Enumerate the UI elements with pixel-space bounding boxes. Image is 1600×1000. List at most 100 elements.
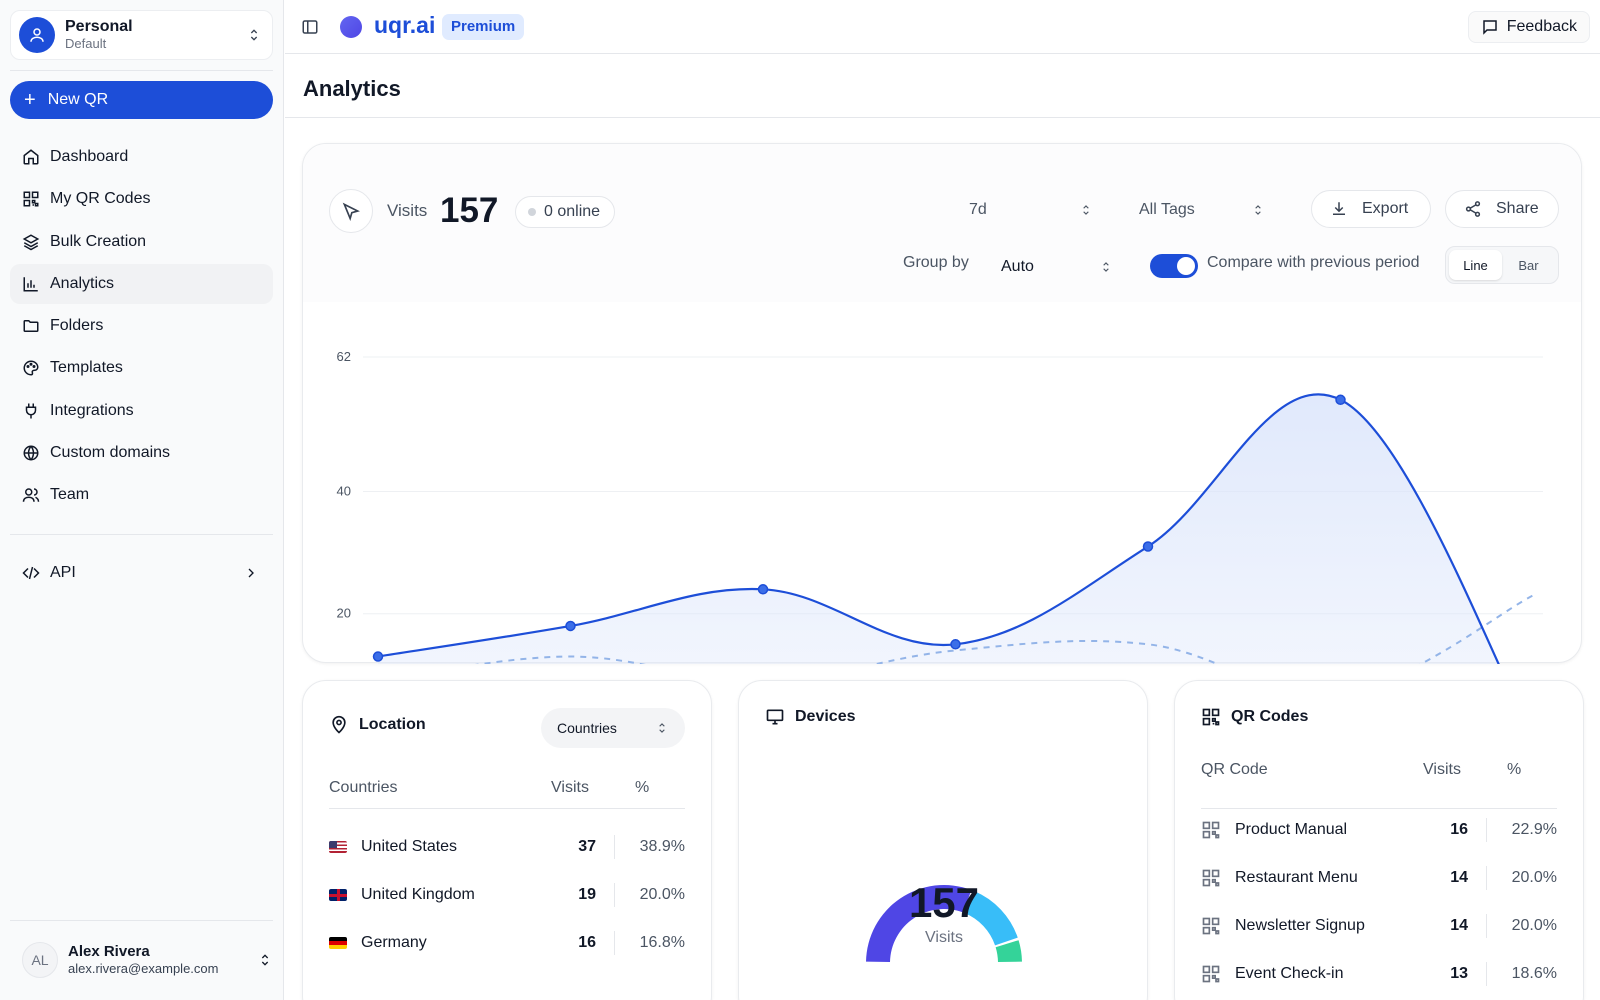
sidebar-item-label: Custom domains <box>50 444 171 462</box>
qr-code-visits: 14 <box>1427 914 1487 938</box>
sidebar-item-custom-domains[interactable]: Custom domains <box>10 433 273 473</box>
sidebar: Personal Default + New QR Dashboard My Q… <box>0 0 284 1000</box>
online-badge: 0 online <box>515 196 616 228</box>
data-point <box>565 620 576 632</box>
sidebar-nav: Dashboard My QR Codes Bulk Creation Anal… <box>10 137 273 518</box>
table-row[interactable]: United Kingdom 19 20.0% <box>329 875 685 915</box>
chevron-right-icon <box>248 568 254 578</box>
qr-code-pct: 18.6% <box>1511 965 1557 982</box>
table-row[interactable]: Event Check-in 13 18.6% <box>1201 954 1557 994</box>
new-qr-label: New QR <box>47 91 109 108</box>
sidebar-item-dashboard[interactable]: Dashboard <box>10 137 273 177</box>
table-row[interactable]: Germany 16 16.8% <box>329 923 685 963</box>
plug-icon <box>25 403 37 419</box>
chevron-updown-icon <box>1103 262 1109 272</box>
tags-select[interactable]: All Tags <box>1119 191 1281 229</box>
qr-table-header: QR Code Visits % <box>1201 761 1557 809</box>
share-icon <box>1465 201 1481 217</box>
logo-text[interactable]: uqr.ai <box>374 12 435 39</box>
share-button[interactable]: Share <box>1445 190 1559 228</box>
export-button[interactable]: Export <box>1311 190 1431 228</box>
data-point <box>1335 394 1346 406</box>
devices-title: Devices <box>765 707 856 727</box>
tags-value: All Tags <box>1139 201 1195 218</box>
workspace-sub: Default <box>65 35 107 51</box>
sidebar-item-integrations[interactable]: Integrations <box>10 391 273 431</box>
range-value: 7d <box>969 201 987 218</box>
page-header: Analytics <box>285 54 1600 118</box>
logo-mark <box>340 16 362 38</box>
sidebar-toggle-icon[interactable] <box>301 18 319 36</box>
y-tick-label: 62 <box>337 349 351 364</box>
visits-label: Visits <box>387 201 428 220</box>
sidebar-item-bulk-creation[interactable]: Bulk Creation <box>10 222 273 262</box>
location-card: Location Countries Countries Visits % Un… <box>302 680 712 1000</box>
download-icon <box>1333 202 1345 215</box>
data-point <box>372 651 384 662</box>
feedback-button[interactable]: Feedback <box>1467 11 1590 43</box>
user-icon <box>30 28 44 42</box>
sidebar-item-label: Team <box>50 486 90 504</box>
country-name: United States <box>361 838 458 855</box>
data-point <box>950 639 961 650</box>
divider <box>10 70 273 71</box>
devices-title-label: Devices <box>795 708 856 725</box>
share-label: Share <box>1496 200 1539 217</box>
series-area <box>378 394 1499 664</box>
online-label: 0 online <box>544 203 601 220</box>
visits-toolbar: Visits 157 0 online 7d All Tags Export S… <box>303 144 1581 302</box>
qr-code-visits: 13 <box>1427 962 1487 986</box>
qr-code-pct: 20.0% <box>1511 869 1557 886</box>
visits-card: Visits 157 0 online 7d All Tags Export S… <box>302 143 1582 664</box>
group-by-select[interactable]: Auto <box>981 248 1129 286</box>
table-row[interactable]: Restaurant Menu 14 20.0% <box>1201 858 1557 898</box>
qr-icon <box>1202 869 1220 887</box>
location-level-select[interactable]: Countries <box>541 708 685 748</box>
user-menu[interactable]: AL Alex Rivera alex.rivera@example.com <box>10 935 273 985</box>
group-by-label: Group by <box>903 254 969 271</box>
location-table-header: Countries Visits % <box>329 779 685 809</box>
sidebar-item-analytics[interactable]: Analytics <box>10 263 273 304</box>
sidebar-item-templates[interactable]: Templates <box>10 348 273 388</box>
layers-icon <box>22 233 40 250</box>
monitor-icon <box>766 709 784 725</box>
sidebar-item-folders[interactable]: Folders <box>10 306 273 346</box>
feedback-label: Feedback <box>1506 18 1577 35</box>
map-pin-icon <box>332 715 346 734</box>
location-level-value: Countries <box>557 720 617 736</box>
qr-code-visits: 16 <box>1427 818 1487 842</box>
plan-badge: Premium <box>442 14 525 40</box>
sidebar-item-my-qr-codes[interactable]: My QR Codes <box>10 179 273 219</box>
sidebar-item-api[interactable]: API <box>10 553 273 593</box>
compare-toggle[interactable] <box>1150 254 1198 278</box>
user-email: alex.rivera@example.com <box>68 961 219 977</box>
column-header-visits: Visits <box>1423 761 1461 778</box>
column-header-pct: % <box>635 779 650 796</box>
table-row[interactable]: Newsletter Signup 14 20.0% <box>1201 906 1557 946</box>
workspace-switcher[interactable]: Personal Default <box>10 10 273 60</box>
country-visits: 16 <box>555 931 615 955</box>
flag-gb-icon <box>329 889 347 901</box>
table-row[interactable]: United States 37 38.9% <box>329 827 685 867</box>
message-icon <box>1482 20 1497 35</box>
view-line-button[interactable]: Line <box>1449 250 1502 280</box>
qr-code-name: Newsletter Signup <box>1235 917 1365 934</box>
y-tick-label: 20 <box>337 606 351 621</box>
sidebar-item-team[interactable]: Team <box>10 475 273 515</box>
visits-total: 157 <box>440 191 499 230</box>
table-row[interactable]: Product Manual 16 22.9% <box>1201 810 1557 850</box>
qr-code-pct: 22.9% <box>1511 821 1557 838</box>
new-qr-button[interactable]: + New QR <box>10 81 273 119</box>
location-title-label: Location <box>359 716 426 733</box>
column-header-visits: Visits <box>551 779 589 796</box>
sidebar-item-label: Dashboard <box>50 148 129 165</box>
country-pct: 16.8% <box>639 934 685 951</box>
view-bar-button[interactable]: Bar <box>1502 250 1555 280</box>
qr-code-name: Restaurant Menu <box>1235 869 1358 886</box>
sidebar-item-label: Templates <box>50 359 123 377</box>
qr-icon <box>1202 965 1220 983</box>
range-select[interactable]: 7d <box>949 191 1109 229</box>
globe-icon <box>23 445 39 461</box>
location-title: Location <box>329 715 426 735</box>
plus-icon: + <box>24 89 36 111</box>
